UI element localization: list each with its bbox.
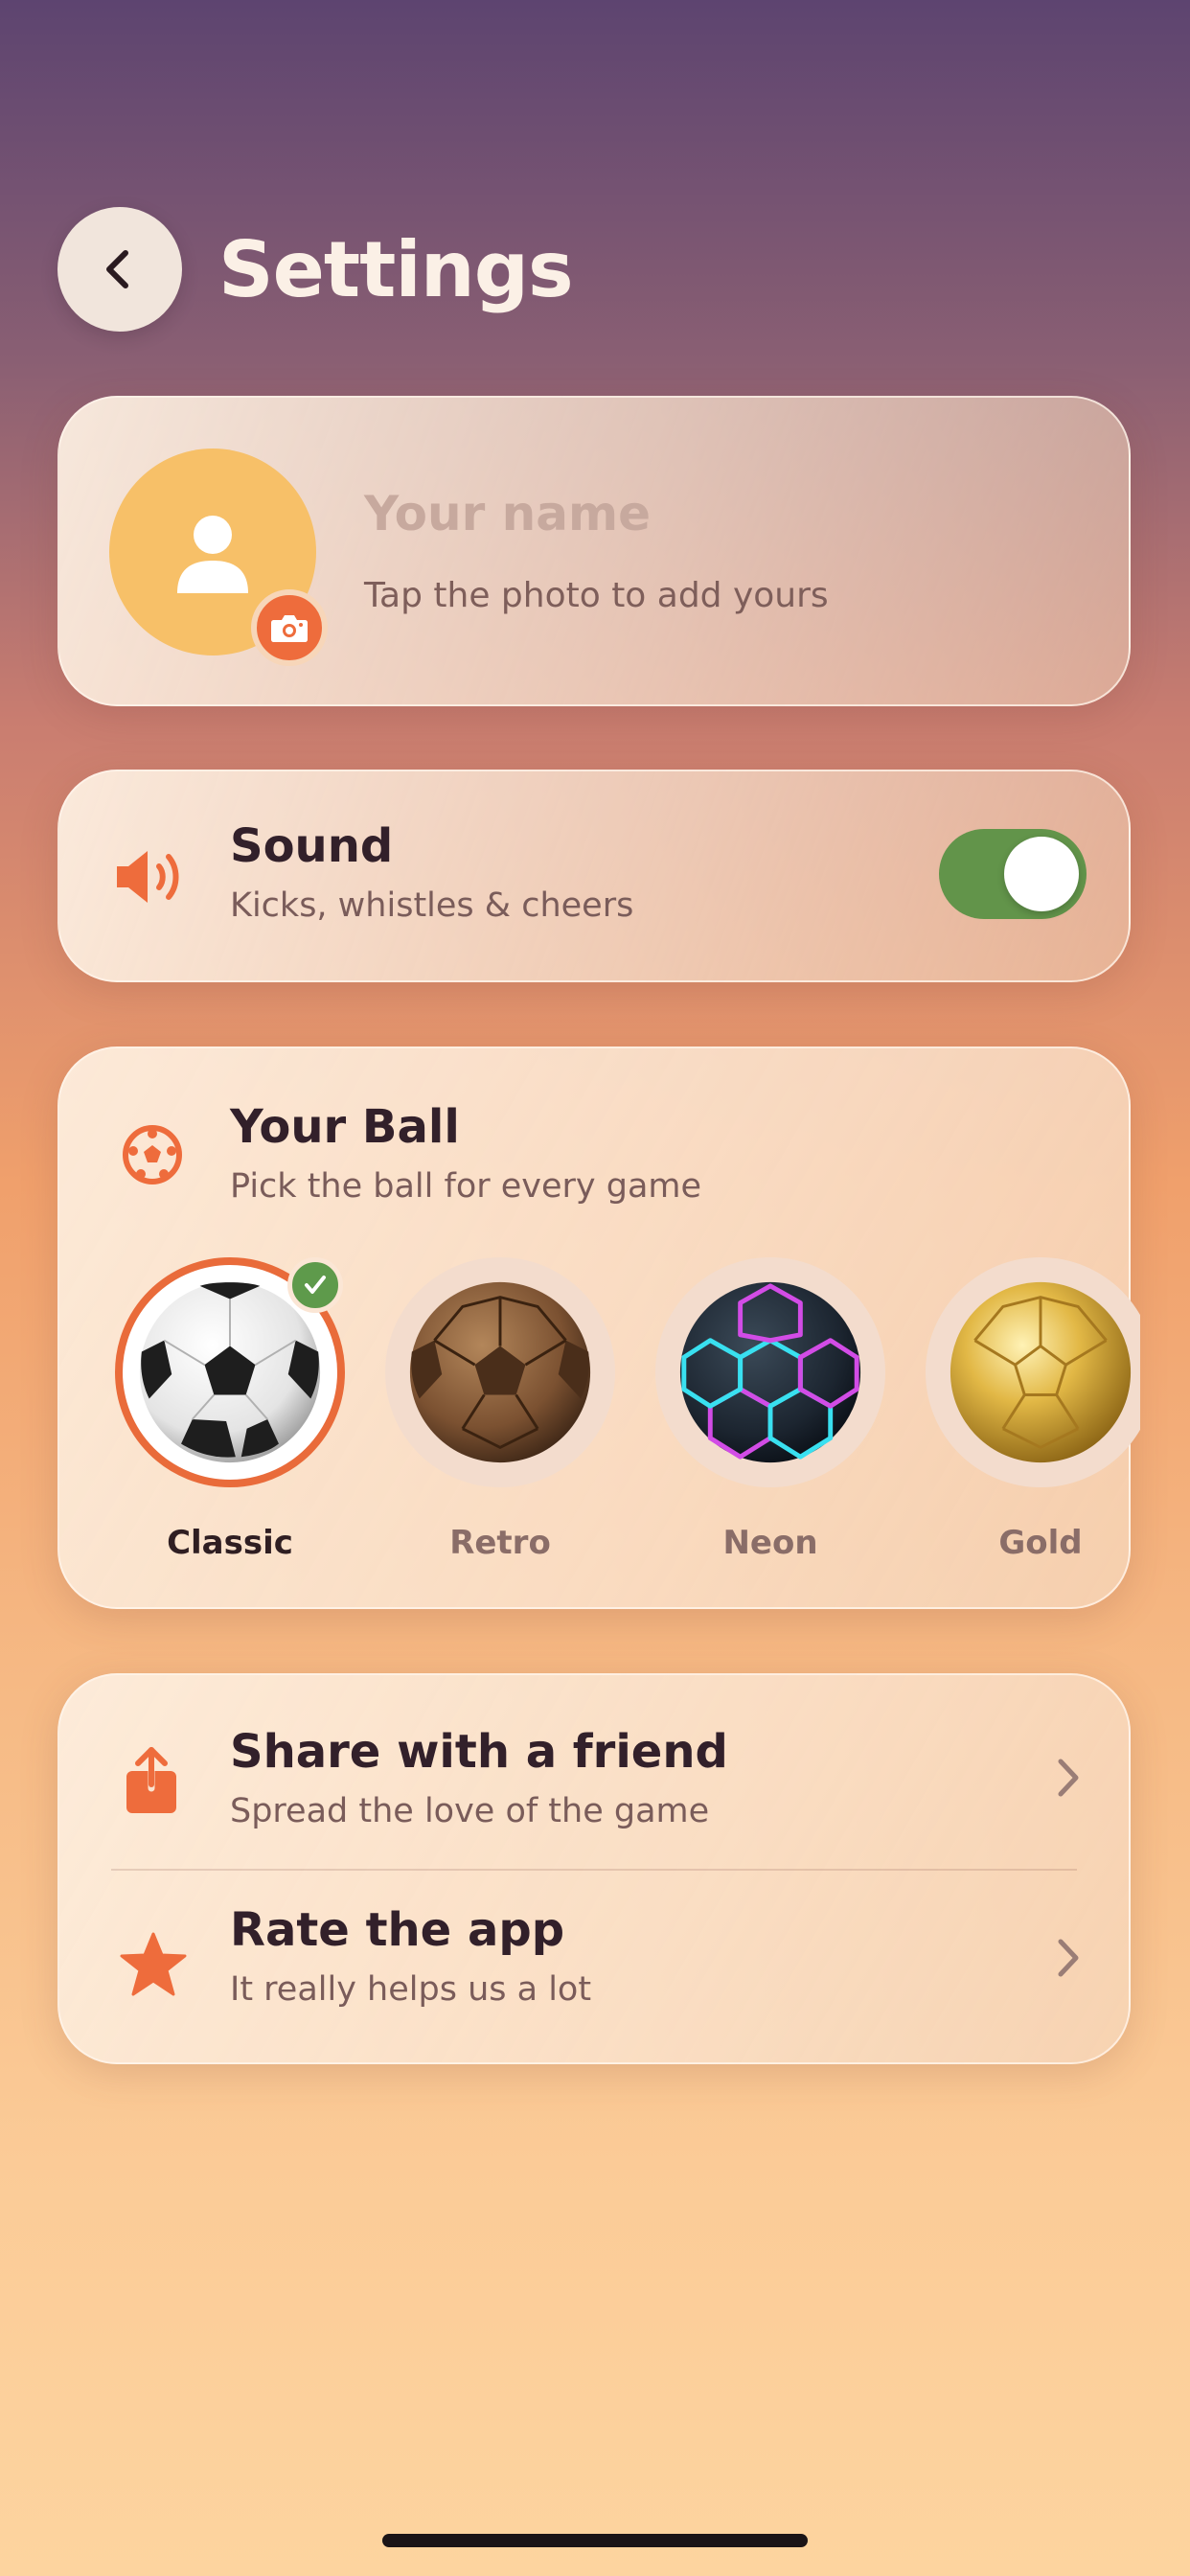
camera-icon bbox=[271, 615, 308, 642]
sound-subtitle: Kicks, whistles & cheers bbox=[230, 886, 634, 925]
ball-label: Classic bbox=[167, 1524, 293, 1562]
sound-card: Sound Kicks, whistles & cheers bbox=[57, 770, 1131, 982]
ball-ring bbox=[926, 1257, 1140, 1487]
toggle-knob bbox=[1004, 837, 1079, 911]
ball-option-gold[interactable]: Gold bbox=[926, 1257, 1140, 1574]
ball-ring bbox=[385, 1257, 615, 1487]
camera-badge[interactable] bbox=[251, 589, 328, 666]
rate-subtitle: It really helps us a lot bbox=[230, 1970, 592, 2009]
ball-card: Your Ball Pick the ball for every game C… bbox=[57, 1046, 1140, 1609]
header: Settings bbox=[57, 207, 574, 332]
sound-title: Sound bbox=[230, 819, 394, 873]
back-button[interactable] bbox=[57, 207, 182, 332]
ball-option-neon[interactable]: Neon bbox=[655, 1257, 885, 1574]
ball-option-classic[interactable]: Classic bbox=[115, 1257, 345, 1574]
links-card: Share with a friend Spread the love of t… bbox=[57, 1673, 1131, 2064]
star-icon bbox=[119, 1930, 188, 1999]
classic-ball-icon bbox=[139, 1281, 321, 1463]
retro-ball-icon bbox=[409, 1281, 591, 1463]
profile-hint: Tap the photo to add yours bbox=[364, 576, 829, 615]
speaker-icon bbox=[111, 844, 190, 909]
ball-label: Neon bbox=[722, 1524, 818, 1562]
chevron-right-icon bbox=[1054, 1756, 1083, 1800]
page-title: Settings bbox=[218, 224, 574, 314]
chevron-right-icon bbox=[1054, 1936, 1083, 1980]
ball-options[interactable]: Classic Retro Neon Gold bbox=[115, 1257, 1140, 1574]
ball-title: Your Ball bbox=[230, 1100, 460, 1154]
home-indicator[interactable] bbox=[382, 2534, 808, 2547]
ball-label: Gold bbox=[998, 1524, 1083, 1562]
name-field[interactable]: Your name bbox=[364, 486, 651, 541]
sound-toggle[interactable] bbox=[939, 829, 1087, 919]
rate-title: Rate the app bbox=[230, 1903, 565, 1957]
profile-card: Your name Tap the photo to add yours bbox=[57, 396, 1131, 706]
share-icon bbox=[123, 1744, 180, 1817]
share-title: Share with a friend bbox=[230, 1725, 728, 1779]
soccer-ball-icon bbox=[119, 1121, 186, 1188]
ball-option-retro[interactable]: Retro bbox=[385, 1257, 615, 1574]
gold-ball-icon bbox=[950, 1281, 1132, 1463]
person-icon bbox=[177, 516, 248, 593]
ball-ring bbox=[655, 1257, 885, 1487]
ball-subtitle: Pick the ball for every game bbox=[230, 1167, 702, 1206]
ball-label: Retro bbox=[449, 1524, 551, 1562]
list-item-share[interactable]: Share with a friend Spread the love of t… bbox=[59, 1675, 1129, 1869]
chevron-left-icon bbox=[106, 250, 128, 288]
checkmark-icon bbox=[305, 1276, 326, 1294]
selected-check-badge bbox=[287, 1257, 343, 1313]
neon-ball-icon bbox=[679, 1281, 861, 1463]
share-subtitle: Spread the love of the game bbox=[230, 1792, 710, 1830]
list-item-rate[interactable]: Rate the app It really helps us a lot bbox=[59, 1871, 1129, 2064]
